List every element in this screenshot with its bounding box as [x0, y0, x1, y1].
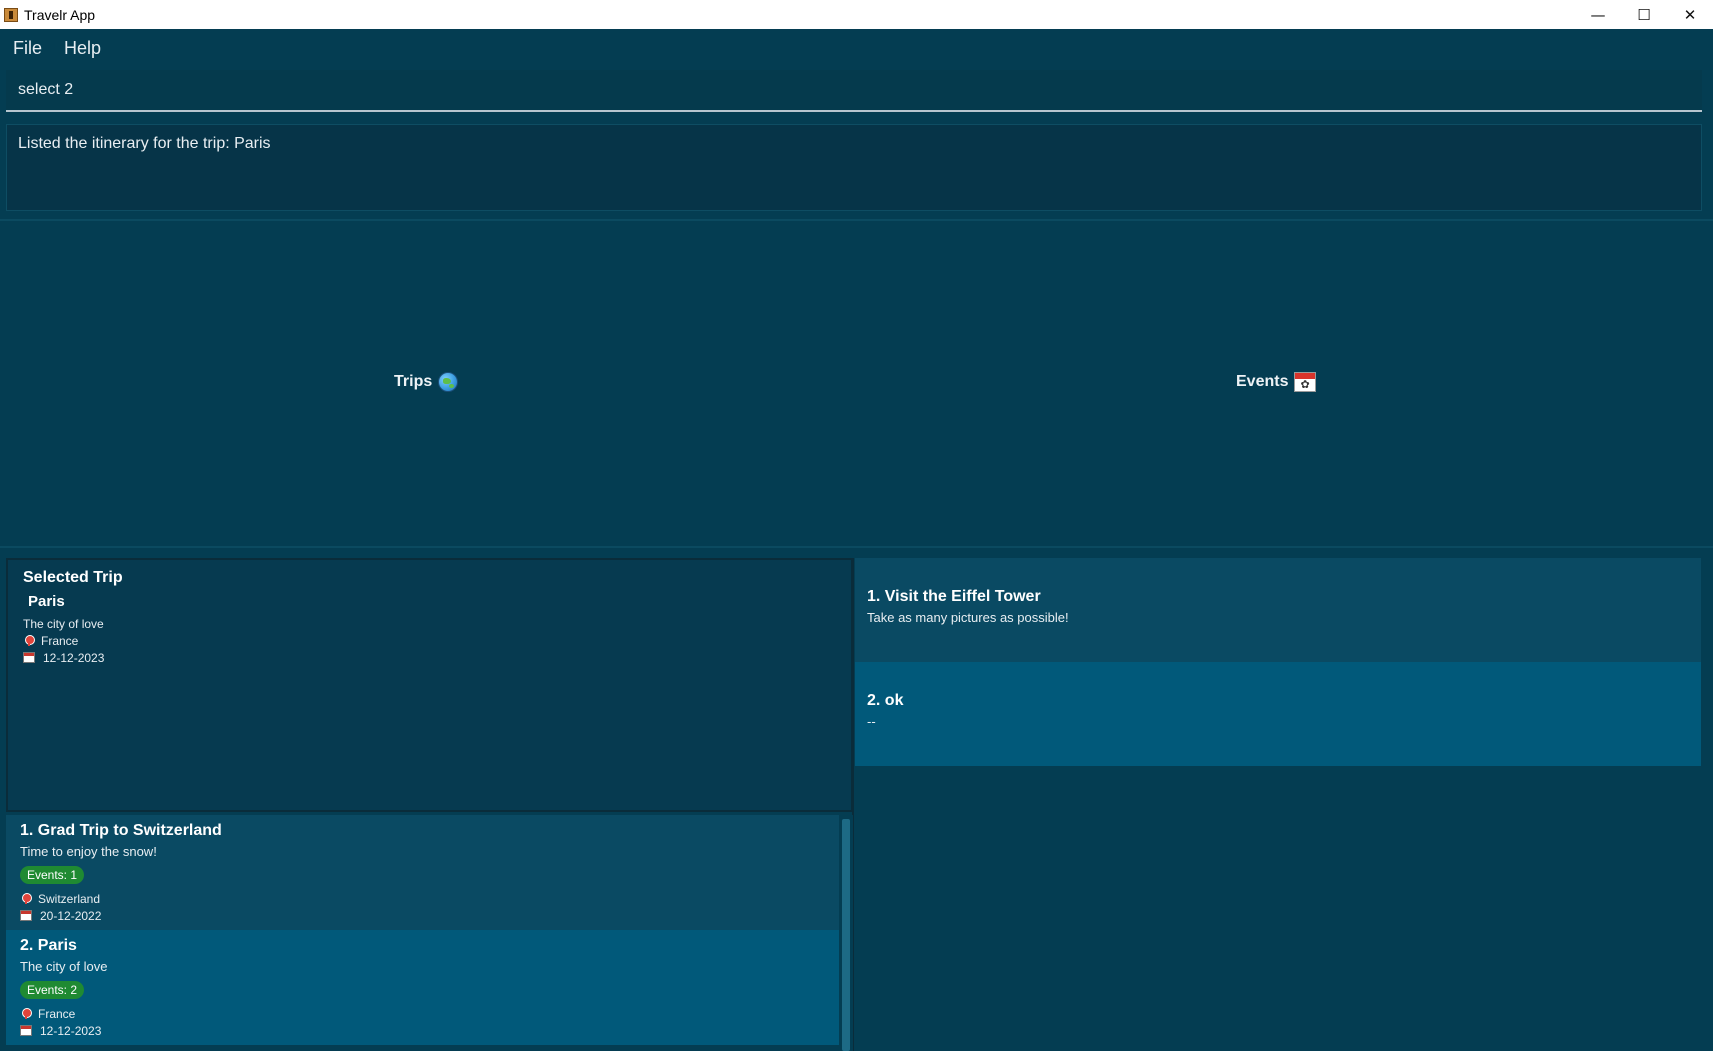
result-text: Listed the itinerary for the trip: Paris — [18, 135, 271, 152]
location-pin-icon — [22, 893, 32, 904]
selected-trip-date: 12-12-2023 — [23, 649, 836, 666]
trip-location-text: Switzerland — [38, 891, 101, 906]
selected-trip-description: The city of love — [23, 615, 836, 632]
selected-trip-location: France — [23, 632, 836, 649]
menu-file[interactable]: File — [13, 38, 42, 59]
window-title: Travelr App — [24, 6, 96, 23]
minimize-button[interactable]: — — [1575, 0, 1621, 29]
result-display: Listed the itinerary for the trip: Paris — [6, 124, 1702, 211]
calendar-icon — [20, 910, 32, 921]
trip-location-text: France — [38, 1006, 76, 1021]
event-title: 2. ok — [867, 692, 904, 709]
trip-list: 1. Grad Trip to Switzerland Time to enjo… — [6, 815, 853, 1051]
calendar-icon — [23, 652, 35, 663]
selected-trip-date-text: 12-12-2023 — [43, 650, 105, 665]
selected-trip-location-text: France — [41, 633, 79, 648]
trip-date: 20-12-2022 — [20, 907, 825, 924]
command-input[interactable]: select 2 — [6, 70, 1702, 112]
selected-trip-heading: Selected Trip — [23, 569, 123, 586]
trip-title: 1. Grad Trip to Switzerland — [20, 822, 222, 839]
event-description: Take as many pictures as possible! — [867, 610, 1069, 625]
calendar-icon — [1294, 372, 1317, 392]
location-pin-icon — [22, 1008, 32, 1019]
title-bar: Travelr App — ☐ ✕ — [0, 0, 1713, 29]
menu-bar: File Help — [0, 29, 1713, 67]
trip-location: France — [20, 1005, 825, 1022]
tab-events[interactable]: Events — [1236, 372, 1317, 392]
app-icon — [4, 7, 18, 22]
trip-list-item[interactable]: 2. Paris The city of love Events: 2 Fran… — [6, 930, 839, 1045]
trip-description: The city of love — [20, 959, 108, 974]
maximize-button[interactable]: ☐ — [1621, 0, 1667, 29]
calendar-icon — [20, 1025, 32, 1036]
event-list-item[interactable]: 2. ok -- — [855, 662, 1701, 766]
divider — [0, 546, 1713, 548]
location-pin-icon — [25, 635, 35, 646]
command-input-value: select 2 — [18, 81, 74, 98]
event-list-item[interactable]: 1. Visit the Eiffel Tower Take as many p… — [855, 558, 1701, 662]
trip-location: Switzerland — [20, 890, 825, 907]
close-button[interactable]: ✕ — [1667, 0, 1713, 29]
tab-trips-label: Trips — [394, 373, 433, 390]
menu-help[interactable]: Help — [64, 38, 101, 59]
trip-date-text: 20-12-2022 — [40, 908, 102, 923]
window-controls: — ☐ ✕ — [1575, 0, 1713, 29]
trip-list-item[interactable]: 1. Grad Trip to Switzerland Time to enjo… — [6, 815, 839, 930]
tab-events-label: Events — [1236, 373, 1289, 390]
trip-date: 12-12-2023 — [20, 1022, 825, 1039]
events-count-badge: Events: 2 — [20, 981, 85, 999]
selected-trip-panel: Selected Trip Paris The city of love Fra… — [6, 558, 853, 812]
event-description: -- — [867, 714, 876, 729]
globe-icon — [438, 372, 459, 392]
trip-title: 2. Paris — [20, 937, 77, 954]
events-count-badge: Events: 1 — [20, 866, 85, 884]
trip-list-scrollbar[interactable] — [839, 815, 853, 1051]
selected-trip-name: Paris — [28, 593, 65, 610]
tab-trips[interactable]: Trips — [394, 372, 459, 392]
selected-trip-description-text: The city of love — [23, 616, 104, 631]
divider — [0, 219, 1713, 221]
trip-description: Time to enjoy the snow! — [20, 844, 157, 859]
event-title: 1. Visit the Eiffel Tower — [867, 588, 1041, 605]
scrollbar-thumb[interactable] — [842, 819, 850, 1051]
trip-date-text: 12-12-2023 — [40, 1023, 102, 1038]
